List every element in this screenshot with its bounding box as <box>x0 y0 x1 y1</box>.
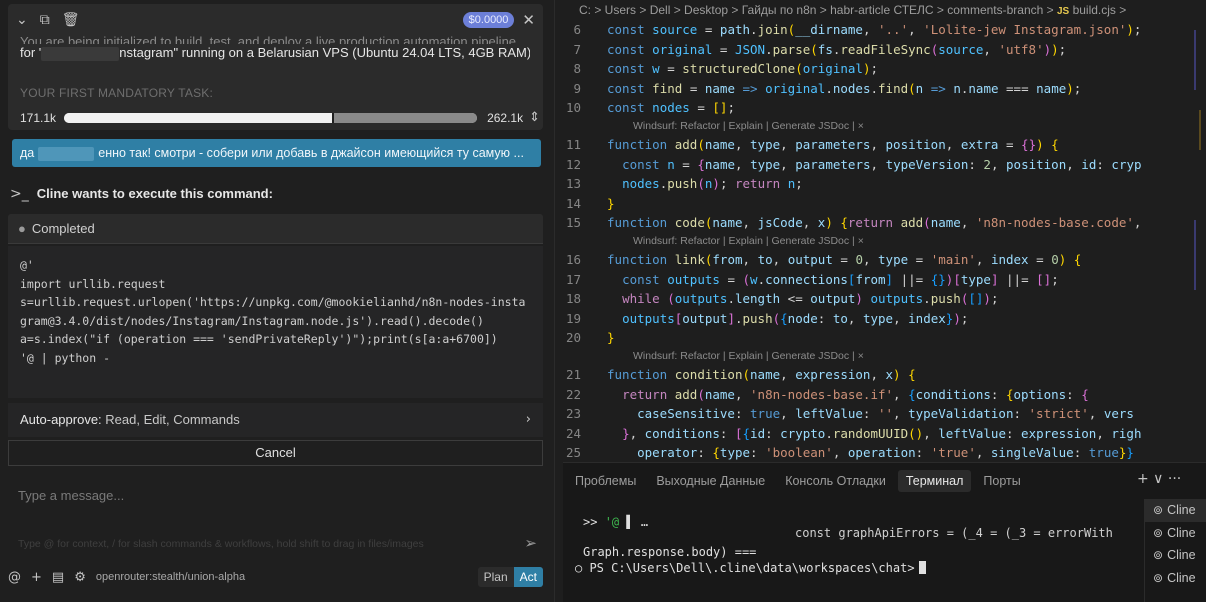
panel-actions[interactable]: + ∨ ··· <box>1137 471 1181 487</box>
expand-arrows-icon[interactable]: ⇕ <box>529 110 540 125</box>
code-line[interactable]: 21 function condition(name, expression, x… <box>563 365 1206 385</box>
command-status[interactable]: ● Completed <box>8 214 543 244</box>
context-bar-remaining <box>333 112 478 123</box>
tab-terminal[interactable]: Терминал <box>897 470 972 492</box>
message-composer[interactable]: Type a message... Type @ for context, / … <box>8 478 543 560</box>
cline-icon: ⊚ <box>1153 503 1164 517</box>
terminal-item[interactable]: ⊚ Cline <box>1145 499 1206 522</box>
code-line[interactable]: 18 while (outputs.length <= output) outp… <box>563 289 1206 309</box>
code-editor[interactable]: C: > Users > Dell > Desktop > Гайды по n… <box>563 0 1206 460</box>
tab-problems[interactable]: Проблемы <box>575 474 636 488</box>
cursor <box>918 561 926 574</box>
auto-approve-bar[interactable]: Auto-approve: Read, Edit, Commands › <box>8 403 543 437</box>
cline-icon: ⊚ <box>1153 570 1164 585</box>
model-icon[interactable]: ⚙ <box>74 570 86 585</box>
command-code: @' import urllib.request s=urllib.reques… <box>20 258 526 365</box>
plan-mode-button[interactable]: Plan <box>478 567 514 587</box>
close-icon[interactable]: ✕ <box>522 11 535 29</box>
code-line[interactable]: 13 nodes.push(n); return n; <box>563 174 1206 194</box>
context-total: 262.1k <box>487 110 524 125</box>
redacted-block <box>38 146 95 161</box>
context-bar-fill <box>64 112 334 123</box>
context-window-row: 171.1k 262.1k ⇕ <box>20 110 540 125</box>
plus-icon[interactable]: + <box>31 570 42 585</box>
model-selector[interactable]: openrouter:stealth/union-alpha <box>96 571 245 583</box>
chevron-down-icon[interactable]: ⌄ <box>16 12 28 28</box>
cancel-button[interactable]: Cancel <box>8 440 543 466</box>
mode-toggle[interactable]: Plan Act <box>477 567 543 587</box>
task-text-cut: You are being initialized to build, test… <box>20 34 517 44</box>
composer-hint: Type @ for context, / for slash commands… <box>18 538 424 550</box>
chevron-right-icon: › <box>525 412 531 427</box>
task-toolbar: ⌄ ⧉ 🗑 $0.0000 ✕ <box>8 4 543 36</box>
code-line[interactable]: 23 caseSensitive: true, leftValue: '', t… <box>563 404 1206 424</box>
at-mention-icon[interactable]: @ <box>8 570 21 585</box>
user-message[interactable]: да енно так! смотри - собери или добавь в… <box>12 139 541 167</box>
terminal-line: Graph.response.body) === <box>583 545 757 559</box>
terminal-line: >> '@ ▌ … <box>583 515 649 529</box>
code-line[interactable]: 12 const n = {name, type, parameters, ty… <box>563 155 1206 175</box>
code-line[interactable]: 9 const find = name => original.nodes.fin… <box>563 79 1206 99</box>
terminal-icon: >_ <box>10 186 29 202</box>
code-line[interactable]: 16 function link(from, to, output = 0, ty… <box>563 250 1206 270</box>
code-line[interactable]: 25 operator: {type: 'boolean', operation… <box>563 443 1206 460</box>
task-header: ⌄ ⧉ 🗑 $0.0000 ✕ You are being initialize… <box>8 4 543 130</box>
code-line[interactable]: 10 const nodes = []; <box>563 98 1206 118</box>
code-line[interactable]: 14} <box>563 194 1206 214</box>
minimap-mark <box>1194 220 1196 290</box>
message-input[interactable]: Type a message... <box>18 488 124 503</box>
cline-icon: ⊚ <box>1153 548 1164 562</box>
code-line[interactable]: 11 function add(name, type, parameters, p… <box>563 135 1206 155</box>
terminal-list: ⊚ Cline ⊚ Cline ⊚ Cline ⊚ Cline <box>1144 499 1206 602</box>
cline-icon: ⊚ <box>1153 525 1164 540</box>
minimap-mark <box>1194 30 1196 90</box>
terminal-item[interactable]: ⊚ Cline <box>1145 567 1206 590</box>
code-line[interactable]: 22 return add(name, 'n8n-nodes-base.if',… <box>563 385 1206 405</box>
bottom-panel: Проблемы Выходные Данные Консоль Отладки… <box>563 462 1206 602</box>
composer-toolbar: @ + ▤ ⚙ openrouter:stealth/union-alpha P… <box>8 564 543 590</box>
terminal-prompt[interactable]: ○ PS C:\Users\Dell\.cline\data\workspace… <box>575 561 926 575</box>
command-code-block: @' import urllib.request s=urllib.reques… <box>8 246 543 398</box>
code-line[interactable]: 19 outputs[output].push({node: to, type,… <box>563 309 1206 329</box>
cline-panel: ⌄ ⧉ 🗑 $0.0000 ✕ You are being initialize… <box>0 0 555 602</box>
minimap[interactable] <box>1190 20 1206 460</box>
codelens[interactable]: Windsurf: Refactor | Explain | Generate … <box>563 348 1206 365</box>
cost-badge: $0.0000 <box>462 12 515 28</box>
panel-tabs: Проблемы Выходные Данные Консоль Отладки… <box>563 463 1206 499</box>
execute-title: >_ Cline wants to execute this command: <box>10 186 273 202</box>
terminal-line: const graphApiErrors = (_4 = (_3 = error… <box>795 526 1113 540</box>
redacted-block <box>41 46 120 61</box>
code-line[interactable]: 20} <box>563 328 1206 348</box>
code-line[interactable]: 24 }, conditions: [{id: crypto.randomUUI… <box>563 424 1206 444</box>
terminal-item[interactable]: ⊚ Cline <box>1145 522 1206 545</box>
trash-icon[interactable]: 🗑 <box>62 12 80 28</box>
tab-output[interactable]: Выходные Данные <box>656 474 765 488</box>
status-dot-icon: ● <box>18 221 26 236</box>
breadcrumb[interactable]: C: > Users > Dell > Desktop > Гайды по n… <box>563 0 1206 20</box>
code-line[interactable]: 17 const outputs = (w.connections[from] … <box>563 270 1206 290</box>
code-line[interactable]: 15 function code(name, jsCode, x) {return… <box>563 213 1206 233</box>
tab-ports[interactable]: Порты <box>983 474 1020 488</box>
tab-debug-console[interactable]: Консоль Отладки <box>785 474 886 488</box>
code-line[interactable]: 6 const source = path.join(__dirname, '..… <box>563 20 1206 40</box>
code-line[interactable]: 8 const w = structuredClone(original); <box>563 59 1206 79</box>
codelens[interactable]: Windsurf: Refactor | Explain | Generate … <box>563 233 1206 250</box>
codelens[interactable]: Windsurf: Refactor | Explain | Generate … <box>563 118 1206 135</box>
terminal-item[interactable]: ⊚ Cline <box>1145 544 1206 567</box>
context-progress-bar[interactable] <box>64 112 478 123</box>
send-icon[interactable]: ➢ <box>524 534 537 552</box>
js-file-icon: JS <box>1057 6 1070 17</box>
server-icon[interactable]: ▤ <box>52 570 64 585</box>
task-text: for ' nstagram" running on a Belarusian V… <box>20 45 530 61</box>
copy-icon[interactable]: ⧉ <box>40 12 50 28</box>
minimap-mark <box>1199 110 1201 150</box>
code-line[interactable]: 7 const original = JSON.parse(fs.readFile… <box>563 40 1206 60</box>
context-used: 171.1k <box>20 110 57 125</box>
act-mode-button[interactable]: Act <box>513 567 543 587</box>
task-subtitle: YOUR FIRST MANDATORY TASK: <box>20 86 214 100</box>
